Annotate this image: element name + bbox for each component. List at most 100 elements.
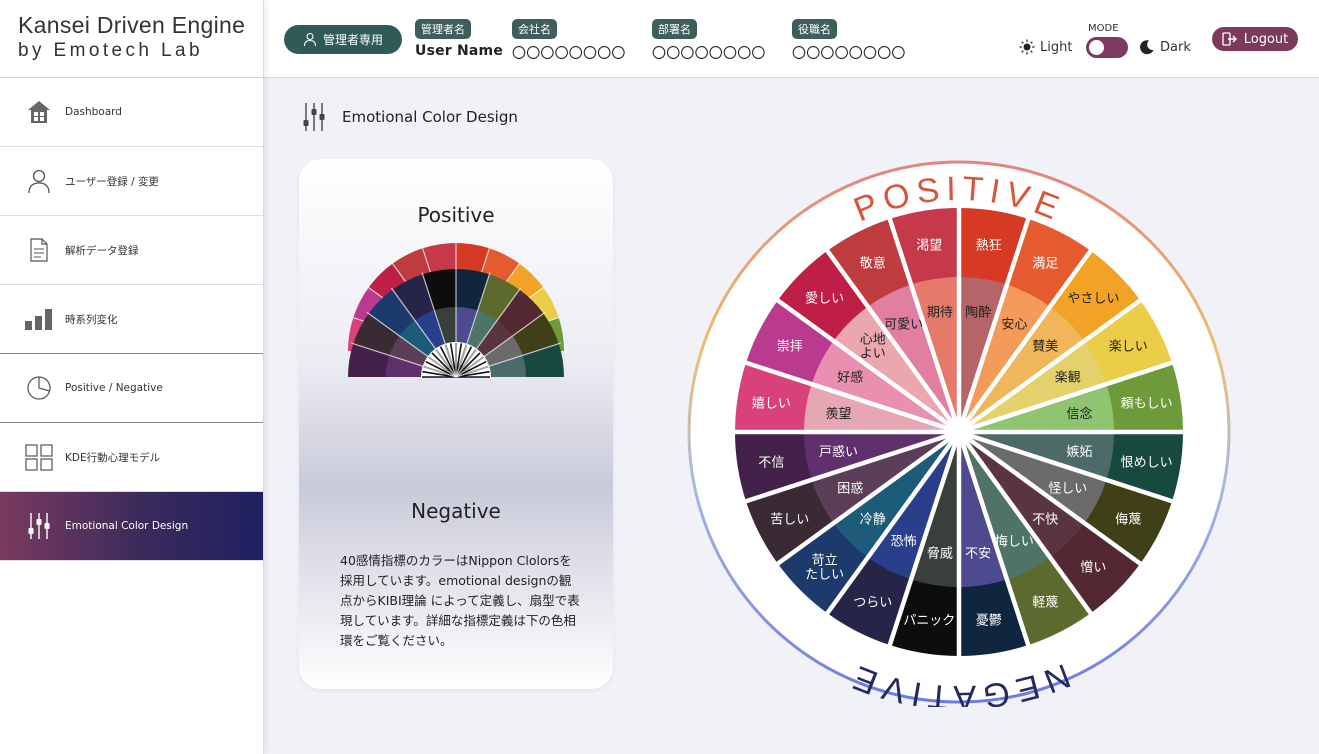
company-field: 会社名 〇〇〇〇〇〇〇〇 bbox=[512, 18, 626, 63]
sidebar-item-data-registration[interactable]: 解析データ登録 bbox=[0, 216, 263, 285]
sun-icon bbox=[1019, 39, 1035, 55]
outer-emotion-label: 渇望 bbox=[916, 237, 942, 253]
outer-emotion-label: 満足 bbox=[1032, 257, 1058, 272]
inner-emotion-label: 戸惑い bbox=[819, 444, 858, 460]
outer-emotion-label: 軽蔑 bbox=[1032, 595, 1058, 610]
header: 管理者専用 管理者名 User Name 会社名 〇〇〇〇〇〇〇〇 部署名 〇〇… bbox=[264, 0, 1319, 78]
mode-toggle[interactable] bbox=[1086, 37, 1128, 58]
dark-label: Dark bbox=[1160, 39, 1191, 55]
admin-only-badge: 管理者専用 bbox=[284, 25, 402, 54]
inner-emotion-label: 不快 bbox=[1032, 512, 1058, 527]
outer-emotion-label: 憎い bbox=[1080, 559, 1106, 575]
negative-fan-label: Negative bbox=[411, 499, 501, 523]
document-icon bbox=[24, 235, 54, 265]
outer-emotion-label: パニック bbox=[903, 614, 955, 629]
brand-logo: Kansei Driven Engine by Emotech Lab bbox=[0, 0, 263, 78]
inner-emotion-label: 心地よい bbox=[860, 333, 886, 362]
inner-emotion-label: 嫉妬 bbox=[1066, 445, 1092, 460]
outer-emotion-label: 嬉しい bbox=[752, 396, 791, 411]
mode-label: MODE bbox=[1088, 23, 1119, 34]
sidebar-item-label: Emotional Color Design bbox=[65, 520, 189, 532]
position-tag: 役職名 bbox=[792, 19, 837, 39]
sidebar-item-positive-negative[interactable]: Positive / Negative bbox=[0, 354, 263, 423]
admin-name-field: 管理者名 User Name bbox=[415, 18, 503, 59]
logout-icon bbox=[1222, 32, 1237, 46]
light-mode-option[interactable]: Light bbox=[1019, 39, 1072, 55]
admin-badge-label: 管理者専用 bbox=[322, 33, 383, 47]
inner-emotion-label: 信念 bbox=[1066, 406, 1092, 422]
moon-icon bbox=[1140, 40, 1154, 55]
sidebar-item-user-registration[interactable]: ユーザー登録 / 変更 bbox=[0, 147, 263, 216]
emotion-color-wheel: 熱狂満足やさしい楽しい頼もしい恨めしい侮蔑憎い軽蔑憂鬱パニックつらい苛立たしい苦… bbox=[687, 160, 1231, 707]
sidebar-item-label: Dashboard bbox=[65, 106, 122, 118]
light-label: Light bbox=[1040, 39, 1073, 55]
sidebar-item-kde-model[interactable]: KDE行動心理モデル bbox=[0, 423, 263, 492]
inner-emotion-label: 楽観 bbox=[1055, 370, 1081, 386]
wheel-center bbox=[945, 418, 973, 446]
position-field: 役職名 〇〇〇〇〇〇〇〇 bbox=[792, 18, 906, 63]
logout-button[interactable]: Logout bbox=[1212, 27, 1298, 51]
inner-emotion-label: 可愛い bbox=[884, 317, 923, 332]
brand-line1: Kansei Driven Engine bbox=[18, 12, 246, 38]
positive-fan-label: Positive bbox=[417, 203, 495, 227]
inner-emotion-label: 安心 bbox=[1001, 317, 1027, 332]
dark-mode-option[interactable]: Dark bbox=[1139, 39, 1191, 55]
inner-emotion-label: 不安 bbox=[965, 546, 991, 561]
mode-switcher: MODE Light Dark bbox=[1019, 22, 1199, 62]
admin-name-value: User Name bbox=[415, 43, 504, 59]
logout-label: Logout bbox=[1243, 31, 1289, 47]
sidebar-item-dashboard[interactable]: Dashboard bbox=[0, 78, 263, 147]
sidebar-item-label: 解析データ登録 bbox=[65, 244, 139, 257]
outer-emotion-label: 憂鬱 bbox=[976, 614, 1002, 629]
inner-emotion-label: 困惑 bbox=[837, 480, 863, 496]
department-value: 〇〇〇〇〇〇〇〇 bbox=[652, 46, 766, 62]
sidebar-item-label: KDE行動心理モデル bbox=[65, 451, 161, 464]
page-title: Emotional Color Design bbox=[342, 108, 518, 126]
color-legend-card: Positive Negative 40感情指標のカラーはNippon Clol… bbox=[299, 159, 613, 689]
sidebar-item-label: ユーザー登録 / 変更 bbox=[65, 175, 160, 188]
outer-emotion-label: 侮蔑 bbox=[1115, 512, 1141, 527]
sidebar: Kansei Driven Engine by Emotech Lab Dash… bbox=[0, 0, 264, 754]
outer-emotion-label: つらい bbox=[853, 595, 892, 610]
brand-line2: by Emotech Lab bbox=[18, 40, 203, 61]
inner-emotion-label: 冷静 bbox=[860, 512, 886, 527]
outer-emotion-label: 愛しい bbox=[805, 292, 844, 307]
inner-emotion-label: 好感 bbox=[837, 370, 863, 386]
outer-emotion-label: 苦しい bbox=[770, 511, 809, 527]
inner-emotion-label: 脅威 bbox=[927, 546, 953, 561]
position-value: 〇〇〇〇〇〇〇〇 bbox=[792, 46, 906, 62]
sidebar-item-label: 時系列変化 bbox=[65, 313, 118, 326]
user-icon bbox=[303, 32, 317, 47]
inner-emotion-label: 恐怖 bbox=[891, 534, 917, 550]
page-header: Emotional Color Design bbox=[302, 101, 518, 133]
company-value: 〇〇〇〇〇〇〇〇 bbox=[512, 46, 626, 62]
inner-emotion-label: 羨望 bbox=[825, 406, 851, 422]
inner-emotion-label: 悔しい bbox=[995, 535, 1034, 550]
company-tag: 会社名 bbox=[512, 19, 557, 39]
inner-emotion-label: 陶酔 bbox=[965, 305, 991, 321]
color-description: 40感情指標のカラーはNippon Clolorsを採用しています。emotio… bbox=[340, 553, 580, 648]
outer-emotion-label: 敬意 bbox=[860, 256, 886, 272]
inner-emotion-label: 賛美 bbox=[1032, 340, 1058, 355]
outer-emotion-label: 楽しい bbox=[1109, 339, 1148, 355]
outer-emotion-label: 不信 bbox=[758, 456, 784, 471]
toggle-knob bbox=[1089, 40, 1104, 55]
user-icon bbox=[24, 166, 54, 196]
inner-emotion-label: 期待 bbox=[927, 306, 953, 321]
sliders-icon bbox=[303, 103, 325, 131]
sidebar-item-emotional-color-design[interactable]: Emotional Color Design bbox=[0, 492, 263, 561]
main-content: Emotional Color Design Positive Negative… bbox=[264, 79, 1319, 754]
home-icon bbox=[24, 97, 54, 127]
bar-chart-icon bbox=[24, 304, 54, 334]
outer-emotion-label: 頼もしい bbox=[1121, 396, 1173, 411]
inner-emotion-label: 怪しい bbox=[1048, 481, 1087, 496]
sliders-icon bbox=[24, 511, 54, 541]
outer-emotion-label: 崇拝 bbox=[777, 340, 803, 355]
department-tag: 部署名 bbox=[652, 19, 697, 39]
sidebar-item-label: Positive / Negative bbox=[65, 382, 163, 394]
grid-icon bbox=[24, 442, 54, 472]
sidebar-item-time-series[interactable]: 時系列変化 bbox=[0, 285, 263, 354]
admin-name-tag: 管理者名 bbox=[415, 19, 471, 39]
outer-emotion-label: やさしい bbox=[1067, 292, 1119, 307]
department-field: 部署名 〇〇〇〇〇〇〇〇 bbox=[652, 18, 766, 63]
